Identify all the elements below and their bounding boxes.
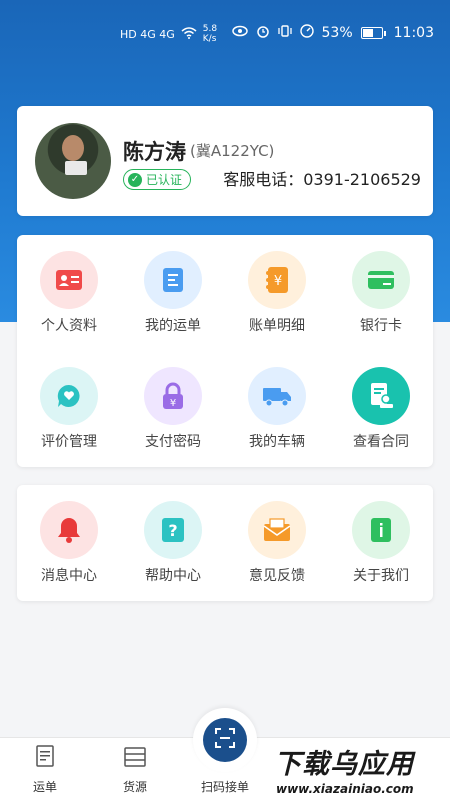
alarm-icon [256,24,270,42]
id-card-icon [40,251,98,309]
verified-badge: ✓ 已认证 [123,169,192,190]
status-bar-right: 53% 11:03 [231,24,434,42]
menu-label: 支付密码 [145,434,201,450]
menu-item-bank-card[interactable]: 银行卡 [329,235,433,335]
network-indicator: HD 4G 4G [120,27,175,41]
license-plate: (冀A122YC) [190,142,275,160]
wifi-icon [181,26,197,42]
vibrate-icon [277,24,292,42]
menu-item-about[interactable]: 关于我们 [329,485,433,585]
profile-card[interactable]: 陈方涛 (冀A122YC) ✓ 已认证 客服电话：0391-2106529 [17,106,433,216]
menu-item-bill[interactable]: ¥ 账单明细 [225,235,329,335]
menu-label: 银行卡 [360,318,402,334]
info-icon [352,501,410,559]
menu-label: 个人资料 [41,318,97,334]
tab-label: 运单 [32,780,57,794]
driver-name: 陈方涛 [123,140,186,164]
menu-label: 评价管理 [41,434,97,450]
watermark-title: 下载乌应用 [274,749,414,780]
menu-label: 我的运单 [145,318,201,334]
watermark-url: www.xiazainiao.com [276,782,414,796]
scan-icon [215,728,235,752]
menu-item-contract[interactable]: 查看合同 [329,351,433,451]
menu-item-profile[interactable]: 个人资料 [17,235,121,335]
tab-label: 货源 [122,780,147,794]
scan-button[interactable] [203,718,247,762]
feedback-icon [248,501,306,559]
svg-text:¥: ¥ [274,274,282,289]
speedometer-icon [299,24,314,42]
menu-item-vehicle[interactable]: 我的车辆 [225,351,329,451]
review-icon [40,367,98,425]
menu-label: 关于我们 [353,568,409,584]
waybill-tab-icon [35,745,55,773]
tab-waybill[interactable]: 运单 [0,738,90,800]
service-menu: 消息中心 ? 帮助中心 意见反馈 关于我们 [17,485,433,601]
menu-label: 消息中心 [41,568,97,584]
bell-icon [40,501,98,559]
svg-text:?: ? [168,521,177,540]
menu-label: 账单明细 [249,318,305,334]
truck-icon [248,367,306,425]
menu-label: 查看合同 [353,434,409,450]
menu-label: 帮助中心 [145,568,201,584]
watermark-logo: 下载乌应用 www.xiazainiao.com [268,738,450,800]
battery-percent: 53% [321,25,353,41]
bank-card-icon [352,251,410,309]
tab-cargo[interactable]: 货源 [90,738,180,800]
menu-label: 我的车辆 [249,434,305,450]
svg-text:¥: ¥ [170,398,176,409]
menu-item-feedback[interactable]: 意见反馈 [225,485,329,585]
tab-label: 扫码接单 [200,780,249,794]
function-menu: 个人资料 我的运单 ¥ 账单明细 银行卡 评价管理 ¥ 支付密码 我的车辆 查看… [17,235,433,467]
bill-icon: ¥ [248,251,306,309]
clock: 11:03 [393,25,434,41]
contract-icon [352,367,410,425]
status-bar: HD 4G 4G 5.8 K/s 53% 11:03 [0,0,450,68]
status-bar-left: HD 4G 4G 5.8 K/s [120,24,219,44]
menu-item-help[interactable]: ? 帮助中心 [121,485,225,585]
lock-icon: ¥ [144,367,202,425]
menu-item-review[interactable]: 评价管理 [17,351,121,451]
scan-button-wrap [193,708,257,772]
battery-icon [360,27,386,39]
waybill-icon [144,251,202,309]
avatar[interactable] [35,123,111,199]
menu-label: 意见反馈 [249,568,305,584]
verified-label: 已认证 [146,173,183,187]
menu-item-messages[interactable]: 消息中心 [17,485,121,585]
verified-check-icon: ✓ [128,172,142,187]
menu-item-waybill[interactable]: 我的运单 [121,235,225,335]
menu-item-pay-password[interactable]: ¥ 支付密码 [121,351,225,451]
cargo-tab-icon [123,746,147,772]
eye-icon [231,25,248,41]
service-phone[interactable]: 客服电话：0391-2106529 [223,166,421,190]
help-icon: ? [144,501,202,559]
network-speed: 5.8 K/s [202,24,218,44]
